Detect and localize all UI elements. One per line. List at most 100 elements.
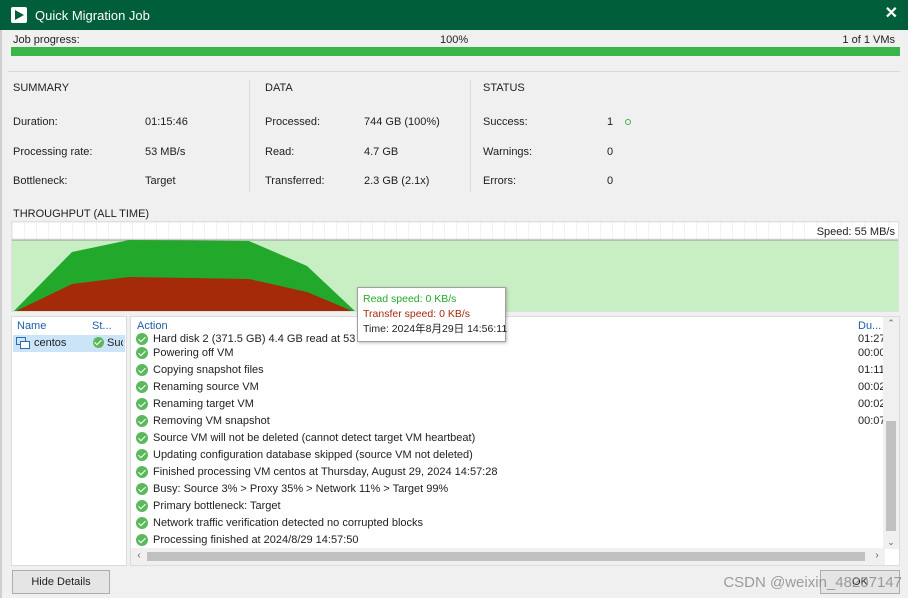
- check-circle-icon: [136, 432, 148, 444]
- log-row[interactable]: Updating configuration database skipped …: [136, 447, 881, 464]
- job-progress-bar: [11, 47, 900, 56]
- log-duration: 01:27: [858, 333, 883, 345]
- column-header-name[interactable]: Name: [17, 320, 46, 332]
- hide-details-button[interactable]: Hide Details: [12, 570, 110, 594]
- summary-label-duration: Duration:: [13, 116, 58, 128]
- status-label-success: Success:: [483, 116, 528, 128]
- job-progress-count: 1 of 1 VMs: [842, 34, 895, 46]
- log-row[interactable]: Primary bottleneck: Target: [136, 498, 881, 515]
- window-left-edge: [0, 30, 2, 598]
- log-duration: 00:07: [858, 415, 883, 427]
- check-circle-icon: [136, 500, 148, 512]
- title-bar: Quick Migration Job ✕: [0, 0, 908, 30]
- data-value-transferred: 2.3 GB (2.1x): [364, 175, 430, 187]
- log-row[interactable]: Source VM will not be deleted (cannot de…: [136, 430, 881, 447]
- log-text: Primary bottleneck: Target: [153, 500, 281, 512]
- log-row[interactable]: Renaming target VM 00:02: [136, 396, 883, 413]
- check-circle-icon: [136, 517, 148, 529]
- summary-header: SUMMARY: [13, 82, 70, 94]
- status-label-warnings: Warnings:: [483, 146, 533, 158]
- csdn-watermark: CSDN @weixin_48207147: [723, 574, 902, 591]
- vm-list-item[interactable]: centos Success: [13, 335, 125, 352]
- data-label-transferred: Transferred:: [265, 175, 325, 187]
- summary-value-bottleneck: Target: [145, 175, 176, 187]
- log-duration: 00:02: [858, 381, 883, 393]
- data-value-processed: 744 GB (100%): [364, 116, 440, 128]
- log-duration: 01:11: [858, 364, 883, 376]
- status-value-success: 1: [607, 116, 632, 128]
- log-text: Network traffic verification detected no…: [153, 517, 424, 529]
- check-circle-icon: [136, 333, 148, 345]
- log-text: Source VM will not be deleted (cannot de…: [153, 432, 476, 444]
- check-circle-icon: [136, 381, 148, 393]
- job-progress-label: Job progress:: [13, 34, 80, 46]
- status-success-count: 1: [607, 116, 614, 128]
- status-header: STATUS: [483, 82, 525, 94]
- action-log-pane: Action Du... Hard disk 2 (371.5 GB) 4.4 …: [130, 316, 900, 566]
- throughput-title: THROUGHPUT (ALL TIME): [13, 208, 150, 220]
- job-progress-percent: 100%: [440, 34, 469, 46]
- vm-icon: [16, 337, 30, 349]
- log-text: Removing VM snapshot: [153, 415, 270, 427]
- window-title: Quick Migration Job: [35, 7, 150, 23]
- scroll-right-icon[interactable]: ›: [869, 550, 885, 561]
- success-dot-icon: [625, 119, 632, 126]
- vm-status-text: Success: [107, 337, 123, 349]
- log-row[interactable]: Network traffic verification detected no…: [136, 515, 881, 532]
- log-text: Hard disk 2 (371.5 GB) 4.4 GB read at 53…: [153, 333, 384, 345]
- log-row[interactable]: Busy: Source 3% > Proxy 35% > Network 11…: [136, 481, 881, 498]
- log-row[interactable]: Renaming source VM 00:02: [136, 379, 883, 396]
- data-value-read: 4.7 GB: [364, 146, 399, 158]
- check-circle-icon: [136, 415, 148, 427]
- summary-value-duration: 01:15:46: [145, 116, 188, 128]
- log-row[interactable]: Removing VM snapshot 00:07: [136, 413, 883, 430]
- log-vertical-scrollbar[interactable]: ⌃ ⌄: [883, 317, 899, 549]
- scroll-left-icon[interactable]: ‹: [131, 550, 147, 561]
- vm-list-pane: Name St... centos Success: [11, 316, 127, 566]
- log-duration: 00:00: [858, 347, 883, 359]
- close-icon[interactable]: ✕: [885, 6, 898, 22]
- log-row[interactable]: Copying snapshot files 01:11: [136, 362, 883, 379]
- tooltip-transfer-speed: Transfer speed: 0 KB/s: [363, 308, 470, 320]
- summary-label-rate: Processing rate:: [13, 146, 93, 158]
- check-circle-icon: [136, 347, 148, 359]
- scroll-down-icon[interactable]: ⌄: [883, 537, 899, 548]
- log-row[interactable]: Processing finished at 2024/8/29 14:57:5…: [136, 532, 881, 549]
- log-text: Finished processing VM centos at Thursda…: [153, 466, 498, 478]
- log-text: Updating configuration database skipped …: [153, 449, 473, 461]
- check-circle-icon: [136, 364, 148, 376]
- data-header: DATA: [265, 82, 293, 94]
- speed-label: Speed: 55 MB/s: [815, 226, 896, 238]
- data-label-processed: Processed:: [265, 116, 321, 128]
- status-value-errors: 0: [607, 175, 614, 187]
- status-label-errors: Errors:: [483, 175, 516, 187]
- scroll-up-icon[interactable]: ⌃: [883, 318, 899, 329]
- log-horizontal-scrollbar[interactable]: ‹ ›: [131, 548, 885, 565]
- vm-name: centos: [34, 337, 67, 349]
- log-text: Processing finished at 2024/8/29 14:57:5…: [153, 534, 359, 546]
- log-text: Renaming target VM: [153, 398, 254, 410]
- check-circle-icon: [136, 449, 148, 461]
- check-circle-icon: [136, 466, 148, 478]
- column-header-status[interactable]: St...: [92, 320, 112, 332]
- column-divider: [470, 80, 471, 192]
- tooltip-read-speed: Read speed: 0 KB/s: [363, 293, 457, 305]
- scrollbar-thumb[interactable]: [886, 421, 896, 531]
- log-text: Powering off VM: [153, 347, 234, 359]
- action-log-list: Hard disk 2 (371.5 GB) 4.4 GB read at 53…: [131, 331, 883, 549]
- veeam-play-icon: [11, 7, 27, 23]
- log-text: Copying snapshot files: [153, 364, 264, 376]
- check-circle-icon: [136, 534, 148, 546]
- column-divider: [249, 80, 250, 192]
- job-progress-fill: [11, 47, 900, 56]
- data-label-read: Read:: [265, 146, 295, 158]
- log-row[interactable]: Powering off VM 00:00: [136, 345, 883, 362]
- log-text: Renaming source VM: [153, 381, 259, 393]
- log-text: Busy: Source 3% > Proxy 35% > Network 11…: [153, 483, 449, 495]
- vm-status: Success: [93, 337, 123, 349]
- check-circle-icon: [136, 398, 148, 410]
- tooltip-time: Time: 2024年8月29日 14:56:11: [363, 323, 508, 335]
- log-row[interactable]: Finished processing VM centos at Thursda…: [136, 464, 881, 481]
- chart-tooltip: Read speed: 0 KB/s Transfer speed: 0 KB/…: [357, 287, 508, 342]
- scrollbar-thumb[interactable]: [147, 552, 865, 561]
